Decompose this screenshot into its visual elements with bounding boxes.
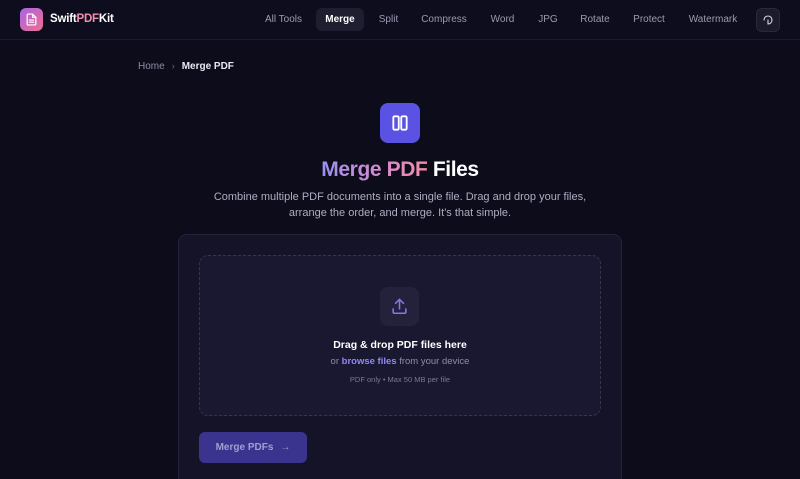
brand-part-swift: Swift: [50, 13, 77, 25]
nav-all-tools[interactable]: All Tools: [258, 8, 309, 31]
nav-jpg[interactable]: JPG: [532, 8, 564, 31]
upload-icon: [380, 287, 419, 326]
dropzone-title: Drag & drop PDF files here: [333, 339, 467, 351]
nav-rotate[interactable]: Rotate: [575, 8, 615, 31]
page-title-plain: Files: [432, 158, 479, 181]
theme-toggle-icon: [763, 15, 773, 25]
breadcrumb-separator: ›: [171, 61, 175, 71]
brand-part-pdf: PDF: [76, 13, 99, 25]
breadcrumb-home-link[interactable]: Home: [138, 60, 165, 73]
page-title-gradient: Merge PDF: [321, 158, 428, 181]
browse-files-link[interactable]: browse files: [342, 356, 397, 367]
breadcrumb: Home › Merge PDF: [138, 60, 234, 73]
arrow-right-icon: →: [280, 442, 291, 453]
nav-protect[interactable]: Protect: [627, 8, 671, 31]
dropzone-subtitle: or browse files from your device: [0, 355, 800, 368]
dropzone-suffix: from your device: [399, 356, 470, 367]
page-title: Merge PDF Files: [0, 156, 800, 184]
top-navbar: SwiftPDFKit All Tools Merge Split Compre…: [0, 0, 800, 40]
merge-pdfs-label: Merge PDFs: [215, 442, 274, 453]
nav-split[interactable]: Split: [372, 8, 405, 31]
breadcrumb-current: Merge PDF: [181, 61, 234, 72]
nav-merge[interactable]: Merge: [316, 8, 364, 31]
logo-document-icon[interactable]: [20, 8, 43, 31]
merge-columns-icon: [380, 103, 420, 143]
nav-watermark[interactable]: Watermark: [683, 8, 743, 31]
nav-word[interactable]: Word: [484, 8, 521, 31]
page-subtitle: Combine multiple PDF documents into a si…: [213, 191, 587, 219]
theme-toggle-button[interactable]: [756, 8, 780, 32]
dropzone-note: PDF only • Max 50 MB per file: [349, 375, 451, 384]
dropzone-prefix: or: [330, 356, 339, 367]
file-dropzone[interactable]: [199, 255, 601, 416]
brand-part-kit: Kit: [98, 13, 114, 25]
brand-name[interactable]: SwiftPDFKit: [50, 12, 114, 26]
merge-pdfs-button[interactable]: Merge PDFs →: [199, 432, 307, 463]
nav-compress[interactable]: Compress: [416, 8, 472, 31]
